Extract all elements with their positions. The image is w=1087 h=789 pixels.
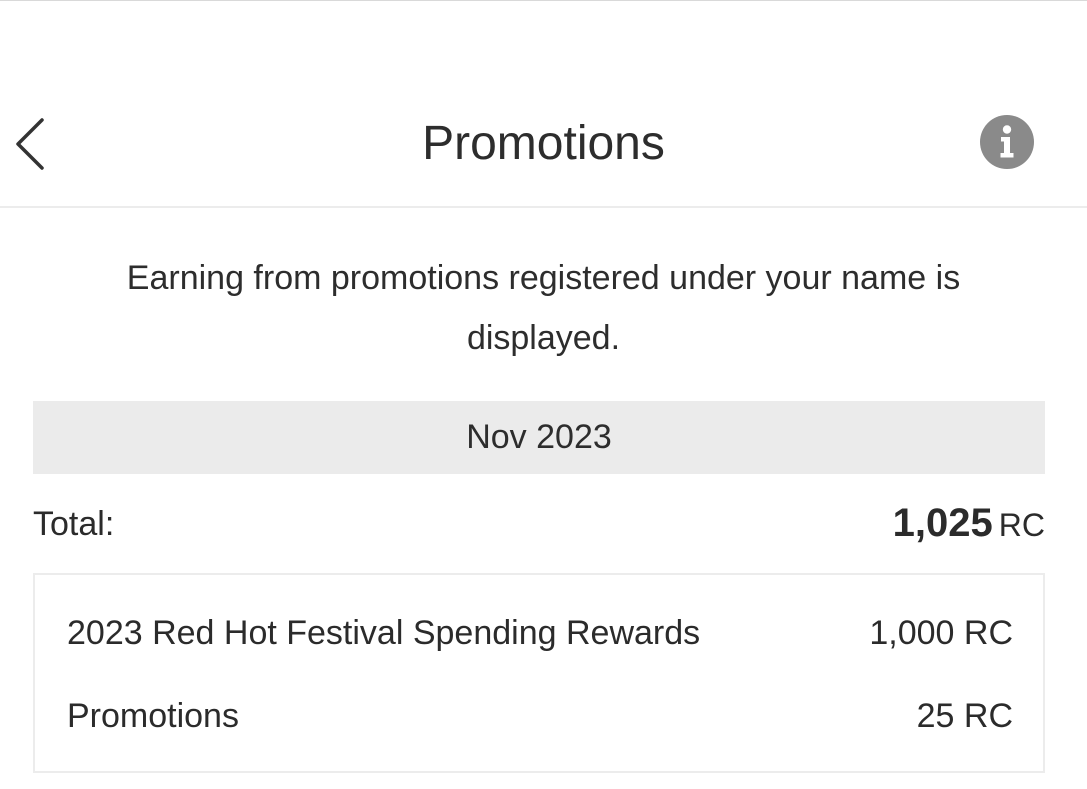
info-icon xyxy=(1000,125,1014,158)
total-row: Total: 1,025 RC xyxy=(33,494,1045,554)
total-label: Total: xyxy=(33,505,115,543)
month-header: Nov 2023 xyxy=(33,401,1045,474)
list-item: Promotions 25 RC xyxy=(67,691,1013,741)
header-bar: Promotions xyxy=(0,88,1087,208)
total-value: 1,025 RC xyxy=(893,498,1045,550)
promotions-list: 2023 Red Hot Festival Spending Rewards 1… xyxy=(33,573,1045,773)
page-title: Promotions xyxy=(422,117,665,170)
promotion-amount: 1,000 RC xyxy=(869,614,1013,652)
status-divider xyxy=(0,0,1087,1)
promotion-name: 2023 Red Hot Festival Spending Rewards xyxy=(67,614,701,652)
promotion-amount: 25 RC xyxy=(916,697,1013,735)
info-button[interactable] xyxy=(980,115,1034,169)
promotion-name: Promotions xyxy=(67,697,239,735)
list-item: 2023 Red Hot Festival Spending Rewards 1… xyxy=(67,608,1013,658)
total-unit: RC xyxy=(998,507,1045,543)
page-description: Earning from promotions registered under… xyxy=(126,259,961,357)
total-amount: 1,025 xyxy=(892,501,993,545)
